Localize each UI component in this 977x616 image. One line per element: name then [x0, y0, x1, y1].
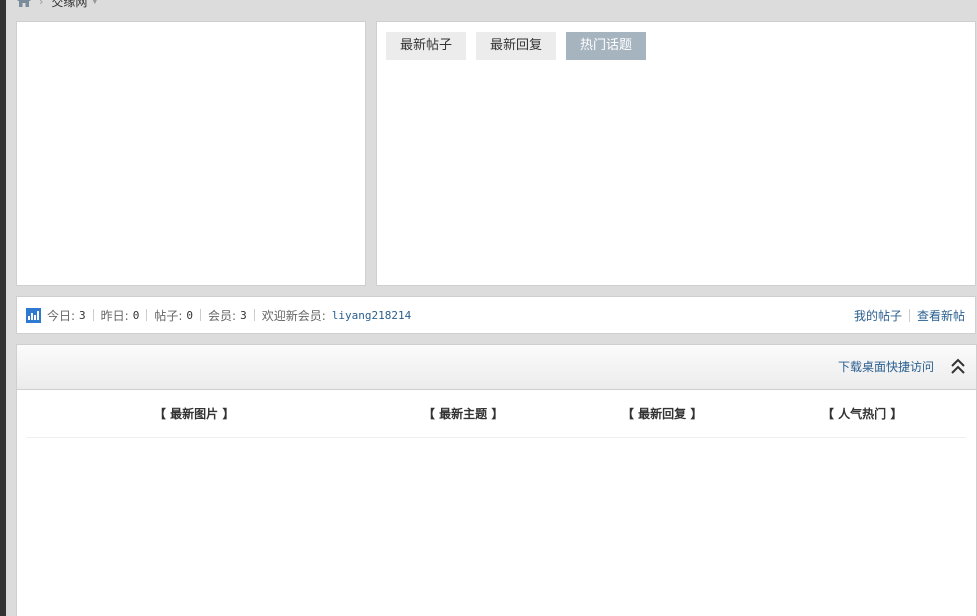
section-latest-replies: 【 最新回复 】	[622, 407, 703, 421]
divider	[253, 309, 255, 321]
content-overview-panel: 下载桌面快捷访问 【 最新图片 】 【 最新主题 】 【 最新回复 】 【 人气…	[16, 344, 977, 616]
slideshow-panel	[16, 21, 366, 286]
new-member-link[interactable]: liyang218214	[332, 309, 411, 322]
view-new-posts-link[interactable]: 查看新帖	[917, 307, 965, 324]
stat-yesterday-value: 0	[132, 308, 140, 322]
stats-list: 今日: 3 昨日: 0 帖子: 0 会员: 3 欢迎新会员: liyang218…	[26, 297, 411, 333]
divider	[92, 309, 94, 321]
stat-posts: 帖子: 0	[154, 307, 193, 324]
stat-yesterday: 昨日: 0	[101, 307, 140, 324]
tab-hot-topics[interactable]: 热门话题	[566, 32, 646, 60]
desktop-shortcut-link[interactable]: 下载桌面快捷访问	[838, 345, 934, 389]
section-titles-row: 【 最新图片 】 【 最新主题 】 【 最新回复 】 【 人气热门 】	[27, 391, 966, 438]
overview-header: 下载桌面快捷访问	[17, 345, 976, 390]
stat-today: 今日: 3	[47, 307, 86, 324]
divider	[908, 308, 910, 322]
chevron-right-icon: ›	[39, 0, 44, 8]
caret-down-icon[interactable]: ▼	[91, 0, 98, 6]
window-left-edge	[0, 0, 6, 616]
stat-today-label: 今日:	[47, 308, 76, 323]
tab-latest-replies[interactable]: 最新回复	[476, 32, 556, 60]
breadcrumb: › 交缘网 ▼	[17, 0, 98, 10]
stats-links: 我的帖子 查看新帖	[854, 297, 965, 333]
tab-latest-posts[interactable]: 最新帖子	[386, 32, 466, 60]
section-latest-images: 【 最新图片 】	[154, 407, 235, 421]
double-chevron-up-icon[interactable]	[950, 358, 966, 376]
topics-panel: 最新帖子 最新回复 热门话题	[376, 21, 976, 286]
bar-chart-icon	[26, 307, 41, 323]
stat-posts-value: 0	[186, 308, 194, 322]
section-popular: 【 人气热门 】	[822, 407, 903, 421]
divider	[146, 309, 148, 321]
stat-members-label: 会员:	[208, 308, 237, 323]
stat-members-value: 3	[240, 308, 247, 322]
stat-posts-label: 帖子:	[154, 308, 183, 323]
stat-members: 会员: 3	[208, 307, 247, 324]
home-icon[interactable]	[17, 0, 31, 7]
my-posts-link[interactable]: 我的帖子	[854, 307, 902, 324]
stat-yesterday-label: 昨日:	[100, 308, 129, 323]
divider	[200, 309, 202, 321]
welcome-label: 欢迎新会员:	[261, 308, 326, 323]
stat-today-value: 3	[79, 308, 86, 322]
section-latest-topics: 【 最新主题 】	[423, 407, 504, 421]
stat-welcome: 欢迎新会员: liyang218214	[262, 307, 412, 324]
breadcrumb-site-name[interactable]: 交缘网	[51, 0, 87, 10]
forum-stats-bar: 今日: 3 昨日: 0 帖子: 0 会员: 3 欢迎新会员: liyang218…	[16, 296, 976, 334]
